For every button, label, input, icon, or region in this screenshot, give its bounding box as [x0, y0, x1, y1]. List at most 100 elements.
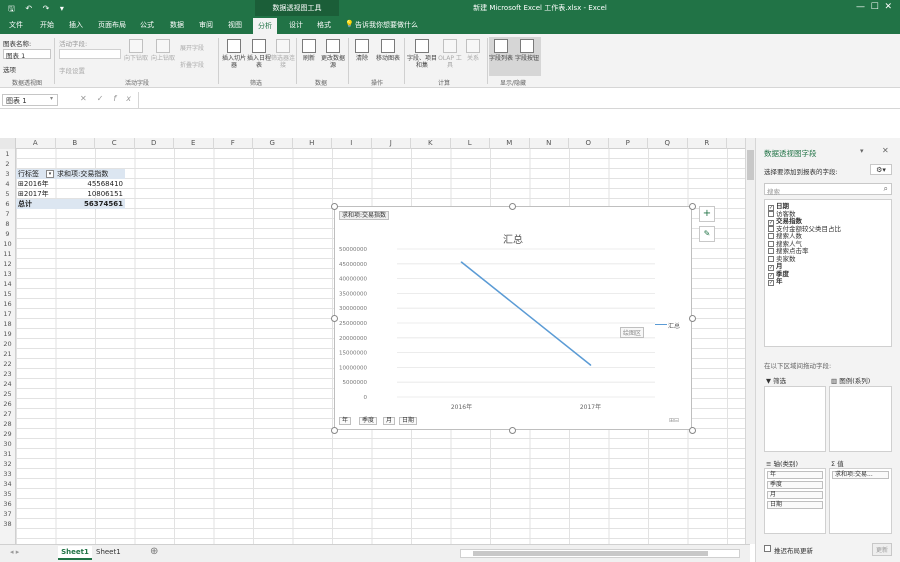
column-header-cell[interactable]: G: [253, 138, 293, 149]
field-list-item[interactable]: ✓ 年: [768, 278, 783, 286]
column-header-cell[interactable]: E: [174, 138, 214, 149]
pivot-value-header[interactable]: 求和项:交易指数: [57, 169, 108, 179]
row-header-cell[interactable]: 17: [0, 309, 15, 319]
pivot-row-value[interactable]: 10806151: [70, 189, 123, 199]
column-header-cell[interactable]: K: [411, 138, 451, 149]
clear-button[interactable]: 清除: [351, 39, 373, 62]
values-drop-zone[interactable]: 求和项:交易...: [829, 468, 892, 534]
row-header-cell[interactable]: 36: [0, 499, 15, 509]
resize-handle[interactable]: [331, 315, 338, 322]
axis-field-chip[interactable]: 月: [767, 491, 823, 499]
row-header-cell[interactable]: 15: [0, 289, 15, 299]
row-header-cell[interactable]: 21: [0, 349, 15, 359]
filters-drop-zone[interactable]: [764, 386, 826, 452]
row-header-cell[interactable]: 14: [0, 279, 15, 289]
row-header-cell[interactable]: 37: [0, 509, 15, 519]
insert-timeline-button[interactable]: 插入日程表: [246, 39, 272, 69]
row-header-cell[interactable]: 2: [0, 159, 15, 169]
row-header-cell[interactable]: 34: [0, 479, 15, 489]
value-field-chip[interactable]: 求和项:交易...: [832, 471, 889, 479]
row-header-cell[interactable]: 6: [0, 199, 15, 209]
quick-access-toolbar[interactable]: 🖫 ↶ ↷ ▾: [8, 3, 68, 17]
tab-formulas[interactable]: 公式: [140, 20, 154, 30]
column-header-cell[interactable]: C: [95, 138, 135, 149]
row-header-cell[interactable]: 27: [0, 409, 15, 419]
row-header-cell[interactable]: 31: [0, 449, 15, 459]
row-header-cell[interactable]: 7: [0, 209, 15, 219]
filter-connections-button[interactable]: 筛选器连接: [270, 39, 296, 69]
row-header-cell[interactable]: 16: [0, 299, 15, 309]
field-checkbox[interactable]: [768, 233, 774, 239]
field-checkbox[interactable]: [768, 255, 774, 262]
column-header-cell[interactable]: A: [16, 138, 56, 149]
field-checkbox[interactable]: [768, 225, 774, 232]
tell-me-box[interactable]: 告诉我你想要做什么: [355, 20, 418, 30]
horizontal-scrollbar[interactable]: [460, 549, 740, 558]
column-header-cell[interactable]: B: [56, 138, 95, 149]
column-header-cell[interactable]: I: [332, 138, 372, 149]
row-header-cell[interactable]: 18: [0, 319, 15, 329]
pivot-row-labels-header[interactable]: 行标签: [18, 169, 39, 179]
pivot-row-label[interactable]: ⊞2017年: [18, 189, 49, 199]
row-header-cell[interactable]: 11: [0, 249, 15, 259]
tab-data[interactable]: 数据: [170, 20, 184, 30]
column-header-cell[interactable]: J: [372, 138, 411, 149]
row-header-cell[interactable]: 8: [0, 219, 15, 229]
expand-collapse-icon[interactable]: ⊞⊟: [669, 417, 679, 424]
pivot-chart[interactable]: 50000000 45000000 40000000 35000000 30000000…: [334, 206, 692, 430]
scroll-thumb[interactable]: [747, 150, 754, 180]
column-header-cell[interactable]: N: [530, 138, 569, 149]
tab-view[interactable]: 视图: [228, 20, 242, 30]
tab-format[interactable]: 格式: [317, 20, 331, 30]
resize-handle[interactable]: [689, 203, 696, 210]
close-icon[interactable]: ✕: [882, 146, 889, 155]
sheet-nav-arrows[interactable]: ◂ ▸: [10, 548, 19, 556]
axis-field-chip[interactable]: 季度: [767, 481, 823, 489]
row-header-cell[interactable]: 5: [0, 189, 15, 199]
axis-field-button-date[interactable]: 日期: [399, 417, 418, 425]
field-search-box[interactable]: 搜索 ⌕: [764, 183, 892, 196]
fields-items-sets-button[interactable]: 字段、项目和集: [407, 39, 437, 69]
collapse-field-button[interactable]: 折叠字段: [180, 60, 204, 69]
resize-handle[interactable]: [509, 203, 516, 210]
select-all-corner[interactable]: [0, 138, 16, 149]
pivot-row-label[interactable]: ⊞2016年: [18, 179, 49, 189]
pivot-total-label[interactable]: 总计: [18, 199, 32, 209]
resize-handle[interactable]: [509, 427, 516, 434]
row-header-cell[interactable]: 20: [0, 339, 15, 349]
row-header-cell[interactable]: 13: [0, 269, 15, 279]
tab-design[interactable]: 设计: [289, 20, 303, 30]
window-controls[interactable]: — ☐ ✕: [856, 2, 892, 12]
row-header-cell[interactable]: 9: [0, 229, 15, 239]
row-header-cell[interactable]: 12: [0, 259, 15, 269]
row-header-cell[interactable]: 10: [0, 239, 15, 249]
tab-file[interactable]: 文件: [9, 20, 23, 30]
field-checkbox[interactable]: [768, 240, 774, 247]
field-list-button[interactable]: 字段列表: [489, 39, 513, 62]
tab-page-layout[interactable]: 页面布局: [98, 20, 126, 30]
row-header-cell[interactable]: 33: [0, 469, 15, 479]
refresh-button[interactable]: 刷新: [298, 39, 320, 62]
field-buttons-button[interactable]: 字段按钮: [513, 39, 541, 62]
legend-drop-zone[interactable]: [829, 386, 892, 452]
pivot-total-value[interactable]: 56374561: [70, 199, 123, 209]
change-data-source-button[interactable]: 更改数据源: [320, 39, 346, 69]
row-header-cell[interactable]: 3: [0, 169, 15, 179]
column-header-cell[interactable]: D: [135, 138, 174, 149]
column-header-cell[interactable]: F: [214, 138, 253, 149]
row-header-cell[interactable]: 23: [0, 369, 15, 379]
insert-slicer-button[interactable]: 插入切片器: [221, 39, 247, 69]
column-header-cell[interactable]: H: [293, 138, 332, 149]
row-header-cell[interactable]: 24: [0, 379, 15, 389]
name-box-dropdown-icon[interactable]: ▾: [50, 95, 53, 102]
chart-elements-button[interactable]: +: [699, 206, 715, 222]
row-header-cell[interactable]: 30: [0, 439, 15, 449]
sheet-tab[interactable]: Sheet1: [96, 548, 121, 556]
sheet-tab-active[interactable]: Sheet1: [58, 546, 92, 560]
row-header-cell[interactable]: 38: [0, 519, 15, 529]
row-header-cell[interactable]: 28: [0, 419, 15, 429]
axis-field-button-year[interactable]: 年: [339, 417, 352, 425]
row-header-cell[interactable]: 32: [0, 459, 15, 469]
axis-field-chip[interactable]: 年: [767, 471, 823, 479]
row-header-cell[interactable]: 26: [0, 399, 15, 409]
